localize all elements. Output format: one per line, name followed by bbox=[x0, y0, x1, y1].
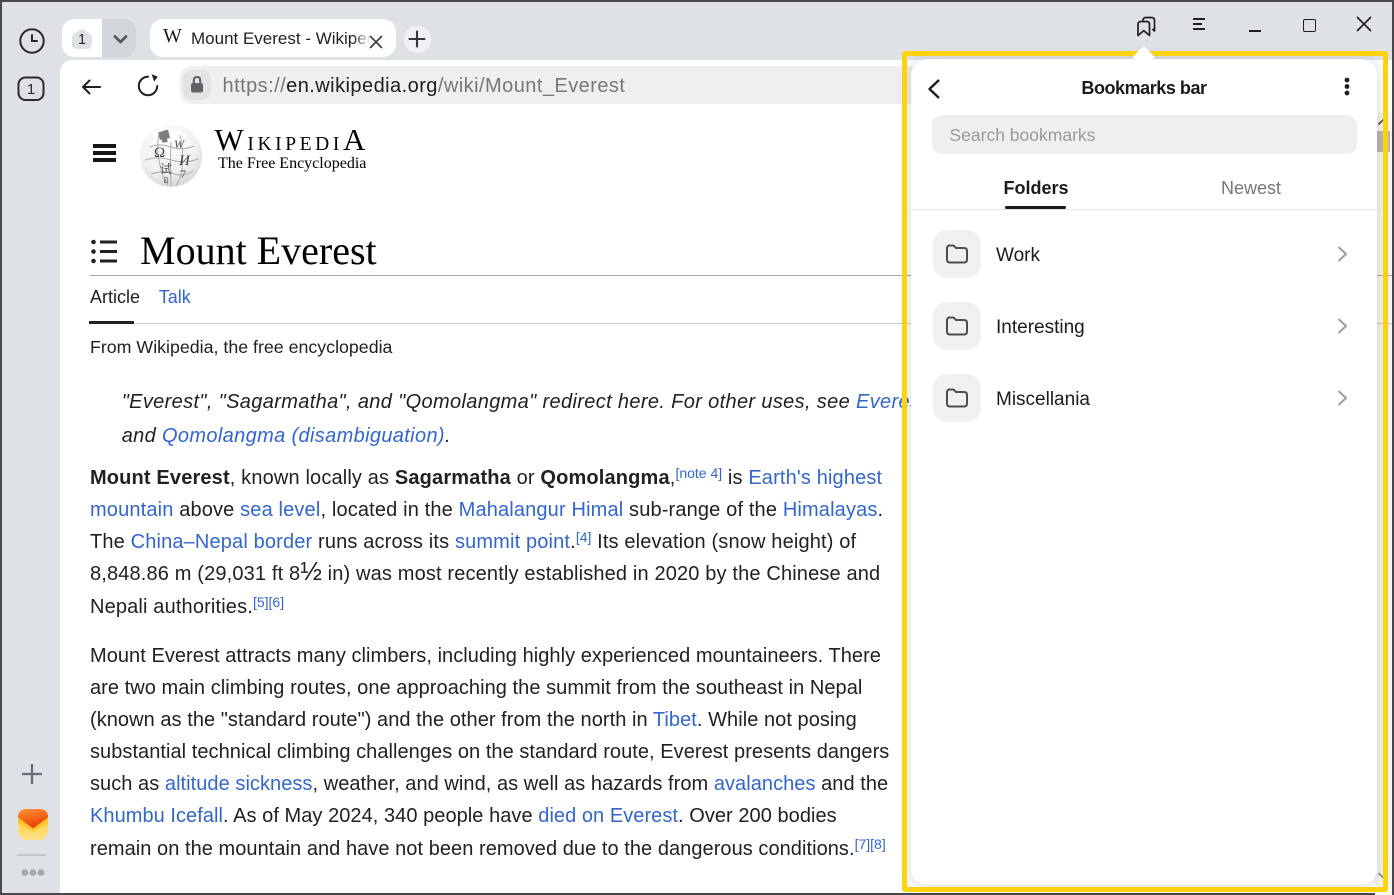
svg-text:1: 1 bbox=[27, 81, 35, 98]
svg-text:7: 7 bbox=[180, 167, 186, 181]
svg-text:试: 试 bbox=[160, 161, 172, 176]
svg-text:W: W bbox=[174, 137, 185, 151]
svg-text:อ: อ bbox=[163, 175, 169, 186]
svg-text:1: 1 bbox=[77, 32, 85, 48]
svg-text:Ω: Ω bbox=[154, 145, 165, 161]
